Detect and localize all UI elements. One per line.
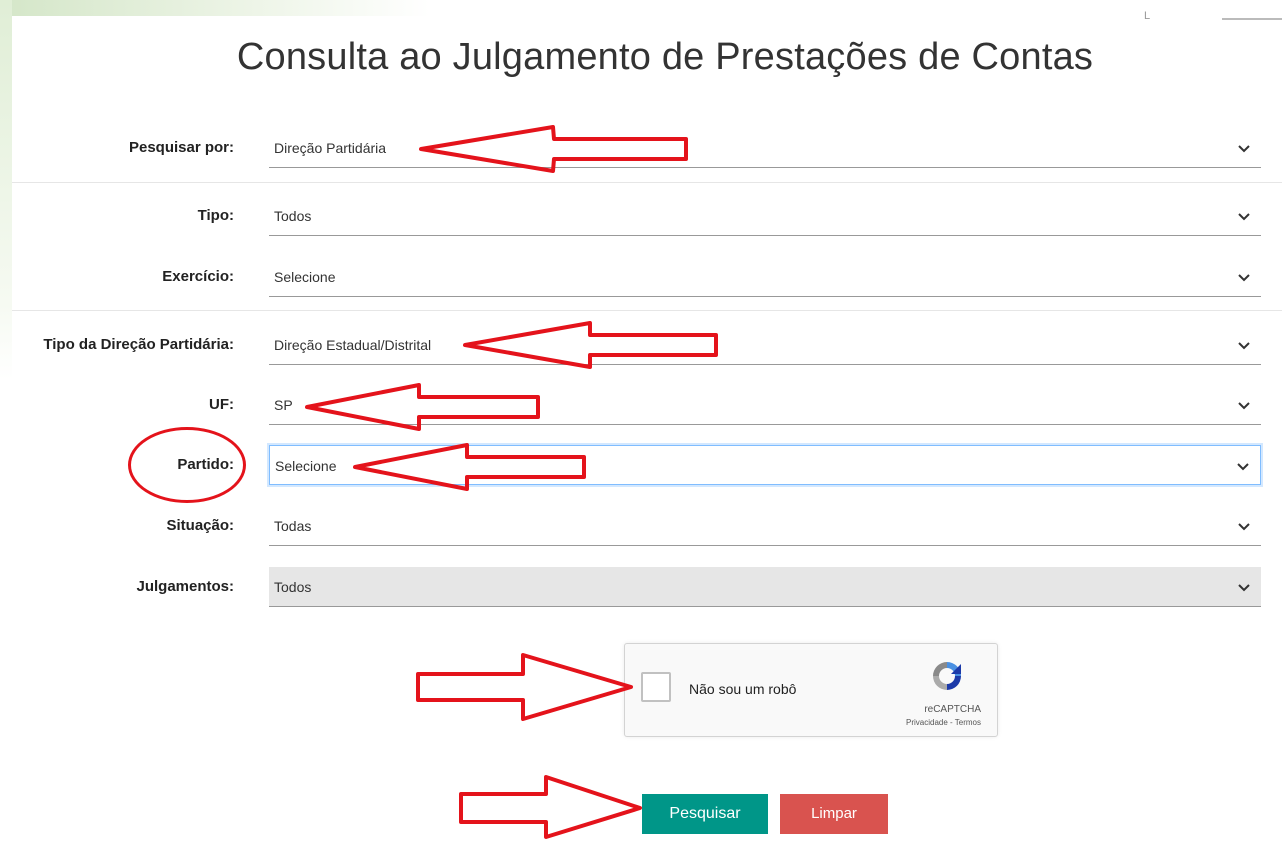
header-background [0,0,430,16]
recaptcha-label: Não sou um robô [689,681,797,697]
select-value: Selecione [274,269,336,285]
field-label-tipo: Tipo: [197,207,234,224]
select-tipo-direcao[interactable]: Direção Estadual/Distrital [269,325,1261,365]
field-label-uf: UF: [209,396,234,413]
recaptcha-checkbox[interactable] [641,672,671,702]
field-row-situacao: Situação: Todas [0,506,1282,546]
select-julgamentos[interactable]: Todos [269,567,1261,607]
annotation-arrow [459,775,642,839]
field-label-julgamentos: Julgamentos: [136,578,234,595]
select-value: Todas [274,518,312,534]
field-label-situacao: Situação: [166,517,234,534]
recaptcha-terms-link[interactable]: Privacidade - Termos [906,718,981,727]
chevron-down-icon [1237,257,1251,297]
chevron-down-icon [1236,446,1250,486]
chevron-down-icon [1237,567,1251,607]
recaptcha-brand: reCAPTCHA [924,704,981,715]
search-button[interactable]: Pesquisar [642,794,768,834]
corner-mark: L [1144,10,1151,22]
select-tipo[interactable]: Todos [269,196,1261,236]
corner-bar [1222,18,1282,20]
chevron-down-icon [1237,325,1251,365]
field-row-julgamentos: Julgamentos: Todos [0,567,1282,607]
annotation-circle [128,427,246,503]
page-title: Consulta ao Julgamento de Prestações de … [236,36,1094,78]
recaptcha-logo-icon [927,656,967,701]
select-value: Todos [274,579,312,595]
field-label-pesquisar-por: Pesquisar por: [128,139,234,156]
select-situacao[interactable]: Todas [269,506,1261,546]
clear-button[interactable]: Limpar [780,794,888,834]
select-value: Todos [274,208,312,224]
select-value: SP [274,397,293,413]
annotation-arrow [419,125,688,173]
annotation-arrow [353,443,586,491]
divider [12,182,1282,183]
chevron-down-icon [1237,196,1251,236]
select-exercicio[interactable]: Selecione [269,257,1261,297]
divider [12,310,1282,311]
chevron-down-icon [1237,506,1251,546]
select-value: Direção Estadual/Distrital [274,337,432,353]
select-value: Direção Partidária [274,140,387,156]
select-value: Selecione [275,458,337,474]
field-label-tipo-direcao: Tipo da Direção Partidária: [43,336,234,353]
annotation-arrow [463,321,718,369]
field-label-exercicio: Exercício: [162,268,234,285]
field-row-uf: UF: SP [0,385,1282,425]
recaptcha-widget: Não sou um robô reCAPTCHA Privacidade - … [624,643,998,737]
annotation-arrow [416,653,633,721]
chevron-down-icon [1237,385,1251,425]
field-row-exercicio: Exercício: Selecione [0,257,1282,297]
annotation-arrow [305,383,540,431]
field-row-tipo: Tipo: Todos [0,196,1282,236]
chevron-down-icon [1237,128,1251,168]
